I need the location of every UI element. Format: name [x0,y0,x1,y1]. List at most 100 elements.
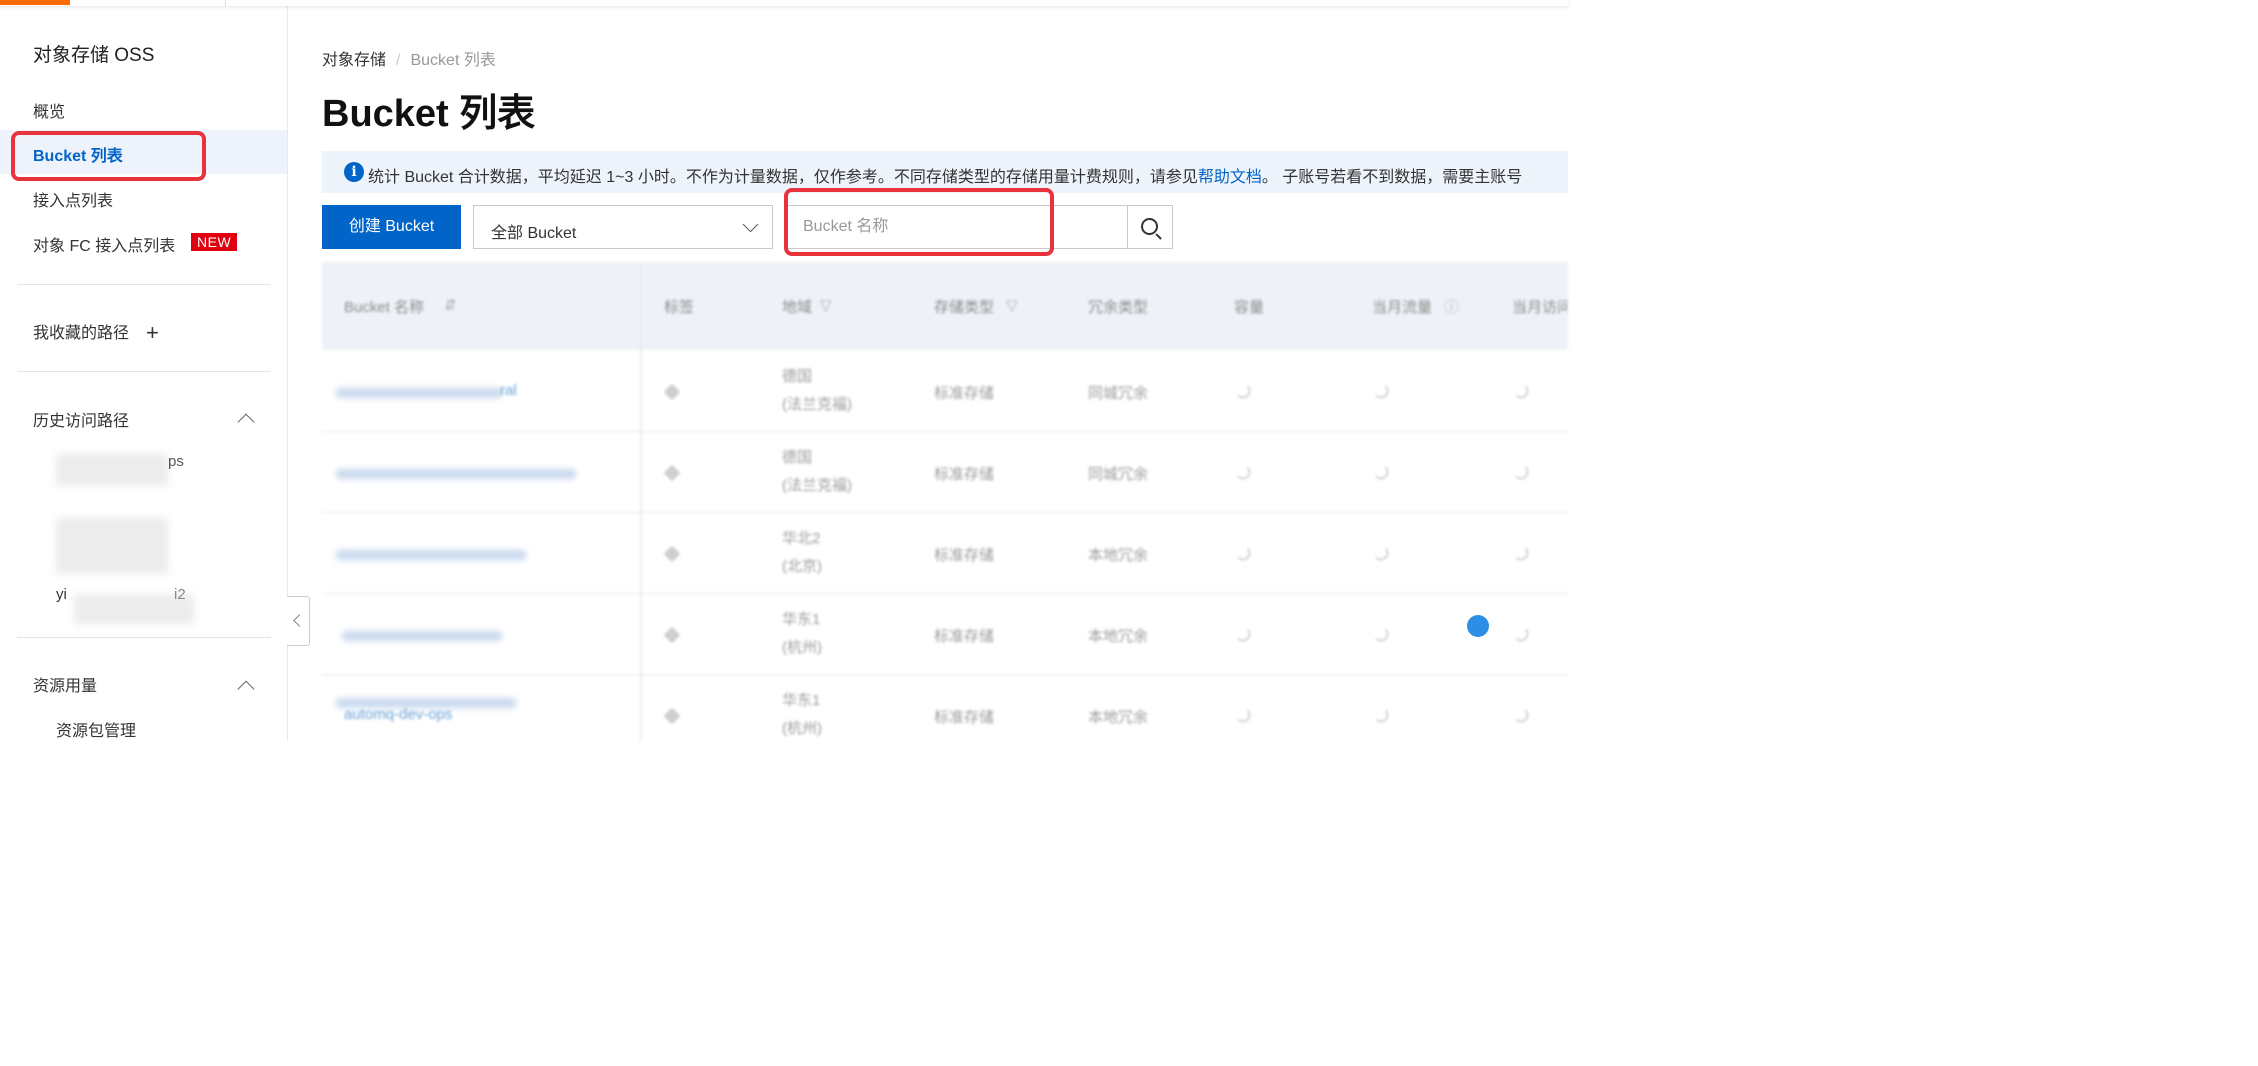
column-header-region[interactable]: 地域 [782,296,812,317]
table-header: Bucket 名称 ⇵ 标签 地域 ▽ 存储类型 ▽ 冗余类型 容量 当月流量 … [322,262,1568,350]
top-bar [0,0,1568,6]
bucket-filter-select[interactable]: 全部 Bucket [473,205,773,249]
favorites-label[interactable]: 我收藏的路径 [33,319,129,343]
sidebar-item-fc-access-points[interactable]: 对象 FC 接入点列表 NEW [0,220,287,264]
sidebar: 对象存储 OSS 概览 Bucket 列表 接入点列表 对象 FC 接入点列表 … [0,6,288,740]
tag-icon[interactable] [663,464,681,482]
column-header-monthly-requests: 当月访问 [1512,299,1568,316]
sidebar-collapse-button[interactable] [287,596,310,646]
bucket-filter-value: 全部 Bucket [491,225,577,242]
resource-usage-label[interactable]: 资源用量 [33,672,97,696]
bucket-name-link[interactable]: ral [500,382,517,399]
divider [17,637,271,638]
loading-spinner-icon [1374,627,1388,641]
region-cell: 德国 (法兰克福) [782,368,852,413]
loading-spinner-icon [1236,384,1250,398]
notice-banner: i 统计 Bucket 合计数据，平均延迟 1~3 小时。不作为计量数据，仅作参… [322,151,1568,193]
new-badge: NEW [191,233,238,251]
storage-type-cell: 标准存储 [934,385,995,402]
column-header-redundancy: 冗余类型 [1088,299,1149,316]
brand-accent [0,0,70,5]
breadcrumb: 对象存储 / Bucket 列表 [322,52,496,69]
tag-icon[interactable] [663,707,681,725]
redundancy-cell: 本地冗余 [1088,709,1149,726]
sidebar-item-label: 概览 [33,104,66,121]
history-item[interactable]: yi [56,586,67,603]
tag-icon[interactable] [663,545,681,563]
sidebar-title: 对象存储 OSS [33,45,155,66]
loading-spinner-icon [1374,708,1388,722]
search-button[interactable] [1127,205,1173,249]
loading-spinner-icon [1236,627,1250,641]
breadcrumb-root[interactable]: 对象存储 [322,52,386,69]
add-favorite-icon[interactable]: + [146,322,159,344]
sidebar-item-overview[interactable]: 概览 [0,86,287,130]
table-row[interactable]: 华东1 (杭州) 标准存储 本地冗余 [322,593,1568,675]
loading-spinner-icon [1514,546,1528,560]
loading-spinner-icon [1236,465,1250,479]
info-icon: i [344,162,364,182]
chevron-down-icon [742,216,759,233]
breadcrumb-current: Bucket 列表 [410,52,496,69]
divider [17,371,271,372]
filter-icon[interactable]: ▽ [1006,296,1018,314]
loading-spinner-icon [1374,546,1388,560]
history-item-tail: i2 [174,586,186,603]
create-bucket-button[interactable]: 创建 Bucket [322,205,461,249]
redundancy-cell: 本地冗余 [1088,547,1149,564]
region-cell: 华东1 (杭州) [782,692,822,737]
storage-type-cell: 标准存储 [934,547,995,564]
storage-type-cell: 标准存储 [934,466,995,483]
chevron-up-icon[interactable] [237,413,255,431]
loading-spinner-icon [1374,465,1388,479]
search-icon [1141,218,1158,235]
table-row[interactable]: 德国 (法兰克福) 标准存储 同城冗余 [322,431,1568,513]
chevron-left-icon [293,614,306,627]
region-cell: 华北2 (北京) [782,530,822,575]
history-label[interactable]: 历史访问路径 [33,407,129,431]
notice-text-after: 。 子账号若看不到数据，需要主账号 [1261,169,1523,186]
loading-spinner-icon [1514,708,1528,722]
help-doc-link[interactable]: 帮助文档 [1198,169,1262,186]
highlight-box-bucket-list [11,131,206,181]
sidebar-item-label: 接入点列表 [33,193,114,210]
notice-text: 统计 Bucket 合计数据，平均延迟 1~3 小时。不作为计量数据，仅作参考。… [368,169,1198,186]
chevron-up-icon[interactable] [237,680,255,698]
loading-spinner-icon [1514,627,1528,641]
help-icon[interactable]: ⓘ [1444,296,1459,317]
tag-icon[interactable] [663,626,681,644]
column-header-tags: 标签 [664,299,695,316]
tag-icon[interactable] [663,383,681,401]
history-item[interactable]: ps [168,453,184,470]
loading-spinner-icon [1514,465,1528,479]
sidebar-item-resource-packages[interactable]: 资源包管理 [56,717,136,741]
column-header-storage-type[interactable]: 存储类型 [934,296,994,317]
sidebar-item-access-points[interactable]: 接入点列表 [0,175,287,219]
loading-spinner-icon [1514,384,1528,398]
redundancy-cell: 同城冗余 [1088,385,1149,402]
region-cell: 德国 (法兰克福) [782,449,852,494]
storage-type-cell: 标准存储 [934,628,995,645]
column-header-monthly-traffic: 当月流量 [1372,299,1433,316]
bucket-table: Bucket 名称 ⇵ 标签 地域 ▽ 存储类型 ▽ 冗余类型 容量 当月流量 … [322,262,1568,740]
redundancy-cell: 同城冗余 [1088,466,1149,483]
table-row[interactable]: automq-dev-ops 华东1 (杭州) 标准存储 本地冗余 [322,674,1568,740]
sort-icon[interactable]: ⇵ [444,296,457,314]
table-row[interactable]: 华北2 (北京) 标准存储 本地冗余 [322,512,1568,594]
redundancy-cell: 本地冗余 [1088,628,1149,645]
column-header-name[interactable]: Bucket 名称 [344,296,424,317]
loading-spinner-icon [1236,546,1250,560]
page-title: Bucket 列表 [322,93,536,135]
filter-icon[interactable]: ▽ [820,296,832,314]
highlight-box-search [784,188,1054,256]
table-row[interactable]: ral 德国 (法兰克福) 标准存储 同城冗余 [322,350,1568,432]
sidebar-item-label: 对象 FC 接入点列表 [33,238,176,255]
column-header-capacity: 容量 [1234,299,1265,316]
storage-type-cell: 标准存储 [934,709,995,726]
floating-assistant-button[interactable] [1467,615,1489,637]
region-cell: 华东1 (杭州) [782,611,822,656]
divider [17,284,271,285]
loading-spinner-icon [1236,708,1250,722]
bucket-name-link[interactable]: automq-dev-ops [344,706,452,723]
loading-spinner-icon [1374,384,1388,398]
